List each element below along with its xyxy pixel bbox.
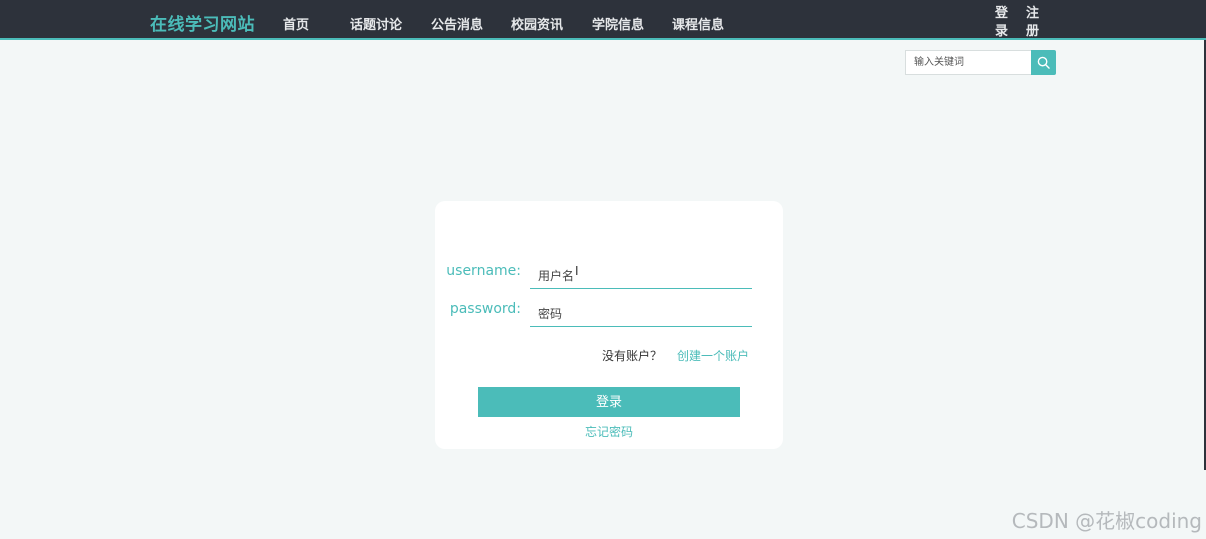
search-button[interactable] <box>1031 50 1056 75</box>
login-button[interactable]: 登录 <box>478 387 740 417</box>
nav-login-link[interactable]: 登录 <box>995 5 1009 41</box>
watermark: CSDN @花椒coding <box>1011 509 1202 533</box>
top-navbar: 在线学习网站 首页 话题讨论 公告消息 校园资讯 学院信息 课程信息 登录 注册 <box>0 0 1206 40</box>
site-brand[interactable]: 在线学习网站 <box>150 10 255 35</box>
password-input[interactable] <box>530 301 752 327</box>
text-cursor-icon: I <box>575 264 579 278</box>
login-card: username: password: 没有账户？ 创建一个账户 登录 忘记密码 <box>435 201 783 449</box>
nav-item-topic-discussion[interactable]: 话题讨论 <box>350 14 402 33</box>
create-account-link[interactable]: 创建一个账户 <box>677 347 749 364</box>
forgot-password-link[interactable]: 忘记密码 <box>435 423 783 440</box>
search-input[interactable] <box>905 50 1031 75</box>
username-input[interactable] <box>530 263 752 289</box>
nav-item-college-info[interactable]: 学院信息 <box>592 14 644 33</box>
username-label: username: <box>446 263 521 279</box>
password-label: password: <box>449 301 521 317</box>
nav-item-campus-news[interactable]: 校园资讯 <box>511 14 563 33</box>
nav-item-home[interactable]: 首页 <box>283 14 309 33</box>
nav-item-course-info[interactable]: 课程信息 <box>672 14 724 33</box>
search-icon <box>1037 56 1050 69</box>
nav-item-announcements[interactable]: 公告消息 <box>431 14 483 33</box>
nav-register-link[interactable]: 注册 <box>1026 5 1040 41</box>
search-bar <box>905 50 1056 75</box>
no-account-text: 没有账户？ <box>602 349 663 363</box>
